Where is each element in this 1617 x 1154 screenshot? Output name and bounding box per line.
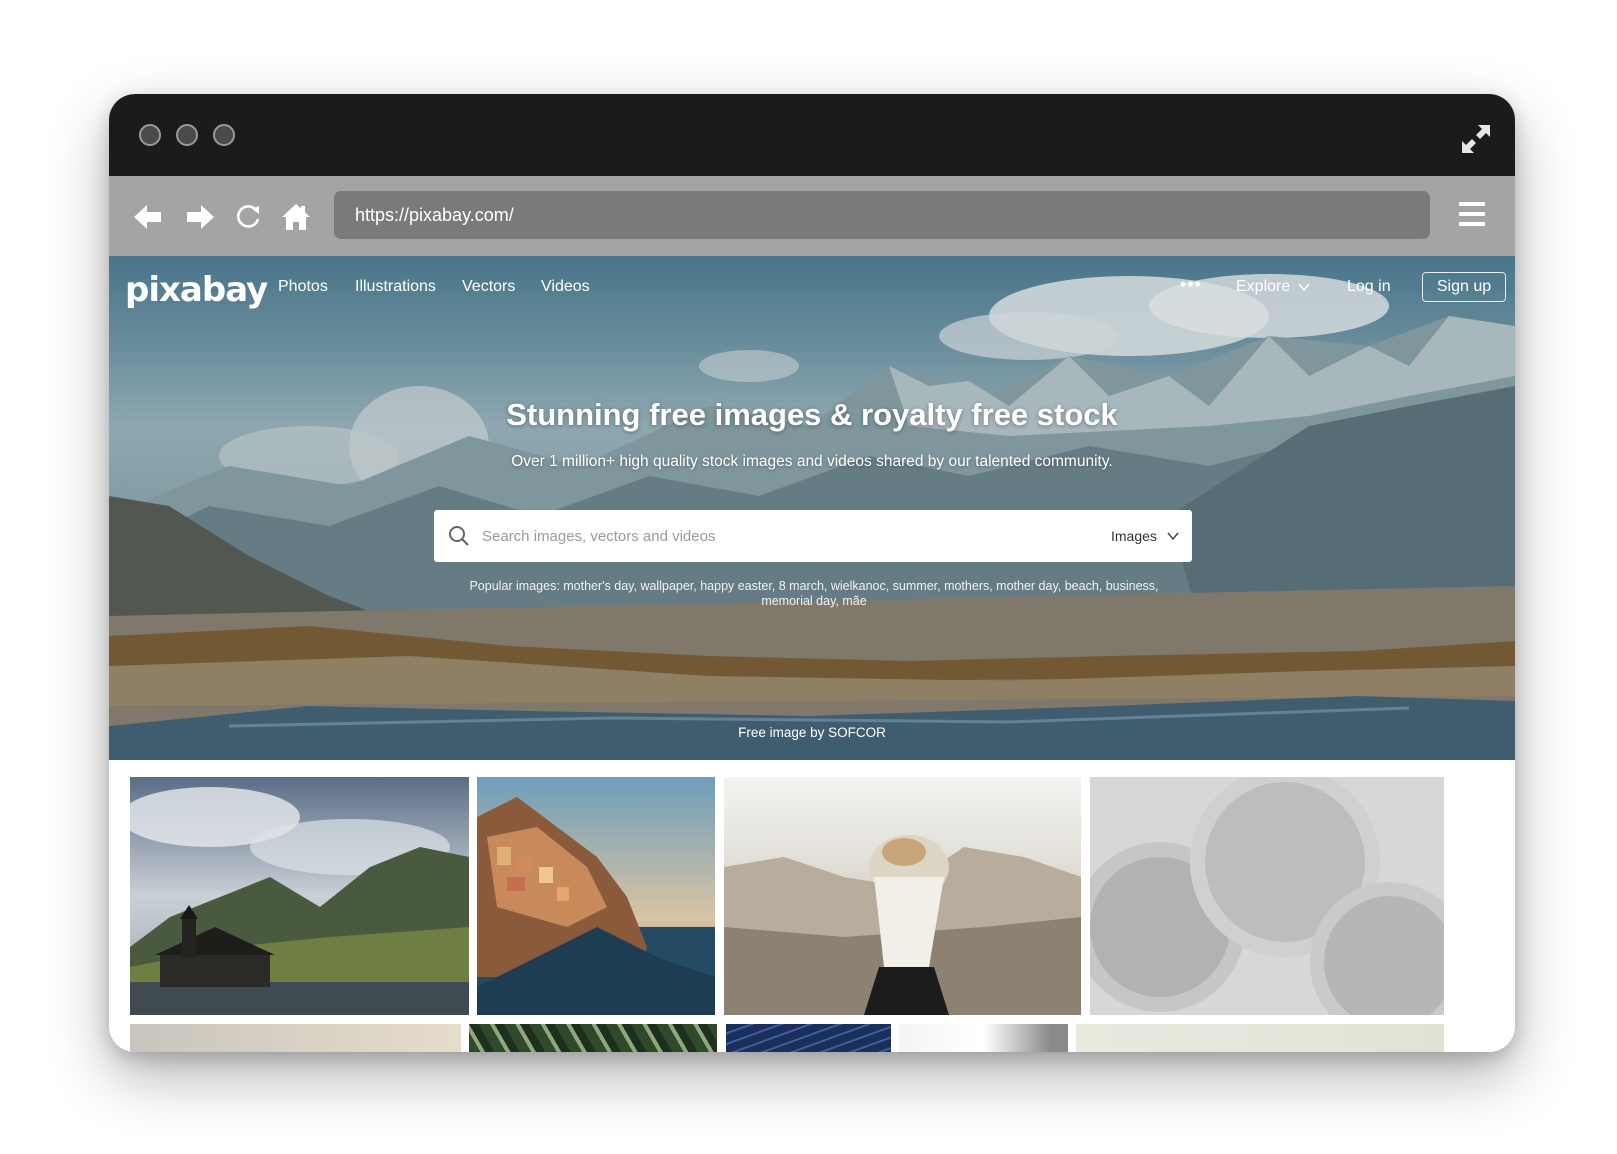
gallery-image-partial[interactable] — [469, 1024, 717, 1052]
address-bar[interactable]: https://pixabay.com/ — [334, 191, 1430, 239]
gallery-image-partial[interactable] — [899, 1024, 1068, 1052]
forward-arrow-icon[interactable] — [183, 200, 217, 234]
signup-button[interactable]: Sign up — [1422, 272, 1506, 302]
search-type-select[interactable]: Images — [1111, 528, 1157, 544]
login-link[interactable]: Log in — [1347, 278, 1391, 296]
close-window-button[interactable] — [139, 124, 161, 146]
search-input[interactable] — [482, 522, 1042, 550]
hamburger-menu-icon[interactable] — [1457, 199, 1487, 229]
chevron-down-icon[interactable] — [1167, 531, 1179, 541]
expand-icon[interactable] — [1458, 121, 1494, 157]
gallery-image-woman-sand[interactable] — [724, 777, 1081, 1015]
image-credit[interactable]: Free image by SOFCOR — [109, 725, 1515, 740]
nav-link-videos[interactable]: Videos — [541, 278, 590, 296]
nav-link-photos[interactable]: Photos — [278, 278, 328, 296]
hero-title: Stunning free images & royalty free stoc… — [506, 397, 1118, 432]
back-arrow-icon[interactable] — [131, 200, 165, 234]
window-titlebar — [109, 94, 1515, 176]
minimize-window-button[interactable] — [176, 124, 198, 146]
nav-link-vectors[interactable]: Vectors — [462, 278, 515, 296]
search-icon[interactable] — [448, 525, 470, 547]
screenshot-stage: https://pixabay.com/ pixabay Photos Illu… — [0, 0, 1617, 1154]
home-icon[interactable] — [279, 200, 313, 234]
search-bar: Images — [434, 510, 1192, 562]
nav-link-illustrations[interactable]: Illustrations — [355, 278, 436, 296]
reload-icon[interactable] — [231, 200, 265, 234]
hero-section: pixabay Photos Illustrations Vectors Vid… — [109, 256, 1515, 760]
maximize-window-button[interactable] — [213, 124, 235, 146]
url-text: https://pixabay.com/ — [355, 205, 514, 225]
gallery-image-partial[interactable] — [1076, 1024, 1444, 1052]
gallery-image-partial[interactable] — [726, 1024, 891, 1052]
gallery-image-partial[interactable] — [130, 1024, 461, 1052]
chevron-down-icon — [1298, 283, 1310, 292]
top-navigation: pixabay Photos Illustrations Vectors Vid… — [109, 256, 1515, 320]
pixabay-logo[interactable]: pixabay — [125, 270, 268, 310]
popular-searches[interactable]: Popular images: mother's day, wallpaper,… — [464, 579, 1164, 609]
nav-explore[interactable]: Explore — [1236, 278, 1290, 296]
browser-window: https://pixabay.com/ pixabay Photos Illu… — [109, 94, 1515, 1052]
more-menu-icon[interactable]: ••• — [1180, 274, 1202, 295]
gallery-image-mountain-church[interactable] — [130, 777, 469, 1015]
gallery-image-glitter-jars[interactable] — [1090, 777, 1444, 1015]
hero-overlay — [109, 256, 1515, 760]
gallery-image-cliff-village[interactable] — [477, 777, 715, 1015]
hero-subtitle: Over 1 million+ high quality stock image… — [511, 453, 1113, 470]
browser-toolbar: https://pixabay.com/ — [109, 176, 1515, 256]
image-gallery — [109, 760, 1515, 1052]
